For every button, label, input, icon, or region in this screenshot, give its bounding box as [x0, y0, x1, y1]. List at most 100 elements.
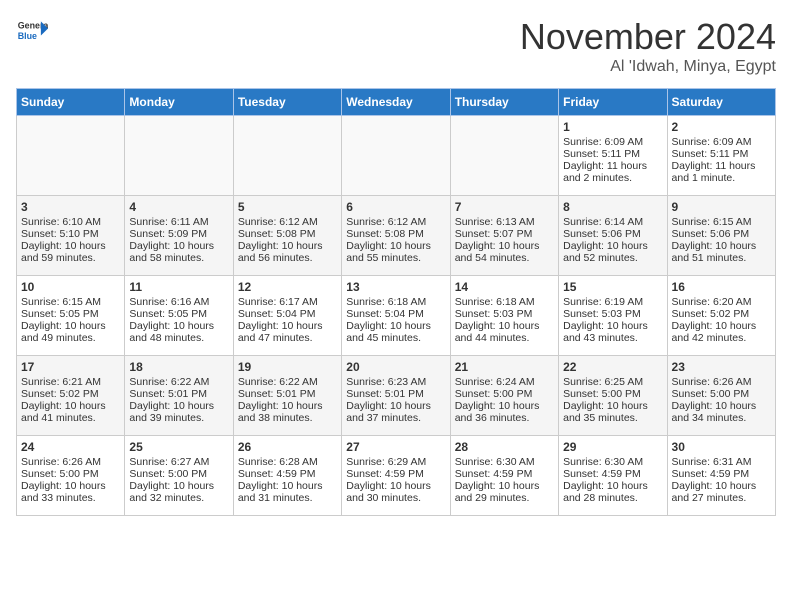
cell-info: Daylight: 10 hours and 41 minutes. — [21, 400, 120, 424]
cell-info: Daylight: 10 hours and 32 minutes. — [129, 480, 228, 504]
calendar-cell: 21 Sunrise: 6:24 AMSunset: 5:00 PMDayligh… — [450, 356, 558, 436]
day-number: 19 — [238, 360, 337, 374]
cell-info: Sunrise: 6:20 AM — [672, 296, 771, 308]
cell-info: Sunset: 5:11 PM — [563, 148, 662, 160]
day-number: 15 — [563, 280, 662, 294]
cell-info: Daylight: 10 hours and 31 minutes. — [238, 480, 337, 504]
cell-info: Sunset: 5:06 PM — [563, 228, 662, 240]
calendar-header-saturday: Saturday — [667, 89, 775, 116]
calendar-cell: 18Sunrise: 6:22 AMSunset: 5:01 PMDayligh… — [125, 356, 233, 436]
calendar-week-1: 1Sunrise: 6:09 AMSunset: 5:11 PMDaylight… — [17, 116, 776, 196]
calendar-cell: 22Sunrise: 6:25 AMSunset: 5:00 PMDayligh… — [559, 356, 667, 436]
calendar-cell: 19Sunrise: 6:22 AMSunset: 5:01 PMDayligh… — [233, 356, 341, 436]
cell-info: Daylight: 10 hours and 36 minutes. — [455, 400, 554, 424]
cell-info: Daylight: 10 hours and 56 minutes. — [238, 240, 337, 264]
day-number: 2 — [672, 120, 771, 134]
cell-info: Daylight: 10 hours and 34 minutes. — [672, 400, 771, 424]
cell-info: Daylight: 10 hours and 42 minutes. — [672, 320, 771, 344]
calendar-cell — [450, 116, 558, 196]
cell-info: Sunrise: 6:27 AM — [129, 456, 228, 468]
calendar-cell: 2Sunrise: 6:09 AMSunset: 5:11 PMDaylight… — [667, 116, 775, 196]
cell-info: Sunrise: 6:11 AM — [129, 216, 228, 228]
cell-info: Sunrise: 6:22 AM — [129, 376, 228, 388]
month-title: November 2024 — [520, 16, 776, 58]
calendar-cell: 29Sunrise: 6:30 AMSunset: 4:59 PMDayligh… — [559, 436, 667, 516]
cell-info: Sunrise: 6:30 AM — [563, 456, 662, 468]
cell-info: Daylight: 10 hours and 27 minutes. — [672, 480, 771, 504]
calendar-cell — [233, 116, 341, 196]
cell-info: Sunset: 5:10 PM — [21, 228, 120, 240]
cell-info: Sunrise: 6:15 AM — [21, 296, 120, 308]
day-number: 16 — [672, 280, 771, 294]
page-header: General Blue November 2024 Al 'Idwah, Mi… — [16, 16, 776, 76]
day-number: 29 — [563, 440, 662, 454]
cell-info: Sunset: 4:59 PM — [238, 468, 337, 480]
cell-info: Daylight: 11 hours and 2 minutes. — [563, 160, 662, 184]
calendar-cell: 14Sunrise: 6:18 AMSunset: 5:03 PMDayligh… — [450, 276, 558, 356]
day-number: 23 — [672, 360, 771, 374]
cell-info: Sunset: 5:09 PM — [129, 228, 228, 240]
calendar-cell: 11Sunrise: 6:16 AMSunset: 5:05 PMDayligh… — [125, 276, 233, 356]
cell-info: Daylight: 10 hours and 47 minutes. — [238, 320, 337, 344]
calendar-cell: 20Sunrise: 6:23 AMSunset: 5:01 PMDayligh… — [342, 356, 450, 436]
day-number: 11 — [129, 280, 228, 294]
cell-info: Sunrise: 6:29 AM — [346, 456, 445, 468]
cell-info: Sunset: 5:08 PM — [346, 228, 445, 240]
cell-info: Daylight: 11 hours and 1 minute. — [672, 160, 771, 184]
cell-info: Sunset: 5:00 PM — [455, 388, 554, 400]
cell-info: Daylight: 10 hours and 48 minutes. — [129, 320, 228, 344]
cell-info: Sunrise: 6:18 AM — [346, 296, 445, 308]
cell-info: Daylight: 10 hours and 30 minutes. — [346, 480, 445, 504]
cell-info: Sunrise: 6:12 AM — [238, 216, 337, 228]
day-number: 25 — [129, 440, 228, 454]
day-number: 27 — [346, 440, 445, 454]
day-number: 21 — [455, 360, 554, 374]
calendar-week-4: 17Sunrise: 6:21 AMSunset: 5:02 PMDayligh… — [17, 356, 776, 436]
cell-info: Sunrise: 6:16 AM — [129, 296, 228, 308]
calendar-header-wednesday: Wednesday — [342, 89, 450, 116]
calendar-header-tuesday: Tuesday — [233, 89, 341, 116]
calendar-body: 1Sunrise: 6:09 AMSunset: 5:11 PMDaylight… — [17, 116, 776, 516]
cell-info: Sunset: 5:01 PM — [129, 388, 228, 400]
cell-info: Sunrise: 6:30 AM — [455, 456, 554, 468]
calendar-cell: 13Sunrise: 6:18 AMSunset: 5:04 PMDayligh… — [342, 276, 450, 356]
calendar-cell: 6Sunrise: 6:12 AMSunset: 5:08 PMDaylight… — [342, 196, 450, 276]
cell-info: Sunrise: 6:23 AM — [346, 376, 445, 388]
day-number: 22 — [563, 360, 662, 374]
day-number: 5 — [238, 200, 337, 214]
cell-info: Sunrise: 6:18 AM — [455, 296, 554, 308]
cell-info: Sunset: 5:00 PM — [672, 388, 771, 400]
calendar-cell: 27Sunrise: 6:29 AMSunset: 4:59 PMDayligh… — [342, 436, 450, 516]
calendar-header-row: SundayMondayTuesdayWednesdayThursdayFrid… — [17, 89, 776, 116]
cell-info: Daylight: 10 hours and 37 minutes. — [346, 400, 445, 424]
calendar-week-3: 10Sunrise: 6:15 AMSunset: 5:05 PMDayligh… — [17, 276, 776, 356]
cell-info: Sunrise: 6:24 AM — [455, 376, 554, 388]
cell-info: Sunrise: 6:13 AM — [455, 216, 554, 228]
day-number: 14 — [455, 280, 554, 294]
cell-info: Sunset: 5:00 PM — [129, 468, 228, 480]
cell-info: Sunset: 5:02 PM — [672, 308, 771, 320]
cell-info: Daylight: 10 hours and 28 minutes. — [563, 480, 662, 504]
cell-info: Sunset: 5:05 PM — [21, 308, 120, 320]
cell-info: Daylight: 10 hours and 44 minutes. — [455, 320, 554, 344]
title-area: November 2024 Al 'Idwah, Minya, Egypt — [520, 16, 776, 76]
cell-info: Sunset: 5:00 PM — [21, 468, 120, 480]
cell-info: Sunset: 4:59 PM — [672, 468, 771, 480]
calendar-header-monday: Monday — [125, 89, 233, 116]
day-number: 13 — [346, 280, 445, 294]
calendar-cell: 28Sunrise: 6:30 AMSunset: 4:59 PMDayligh… — [450, 436, 558, 516]
cell-info: Sunset: 5:04 PM — [238, 308, 337, 320]
calendar-cell: 24Sunrise: 6:26 AMSunset: 5:00 PMDayligh… — [17, 436, 125, 516]
cell-info: Sunset: 5:06 PM — [672, 228, 771, 240]
cell-info: Sunset: 5:03 PM — [563, 308, 662, 320]
calendar-cell: 4Sunrise: 6:11 AMSunset: 5:09 PMDaylight… — [125, 196, 233, 276]
calendar-cell: 1Sunrise: 6:09 AMSunset: 5:11 PMDaylight… — [559, 116, 667, 196]
cell-info: Sunset: 5:08 PM — [238, 228, 337, 240]
cell-info: Daylight: 10 hours and 49 minutes. — [21, 320, 120, 344]
calendar-header-sunday: Sunday — [17, 89, 125, 116]
cell-info: Sunset: 5:02 PM — [21, 388, 120, 400]
calendar-cell: 7Sunrise: 6:13 AMSunset: 5:07 PMDaylight… — [450, 196, 558, 276]
calendar-cell: 15Sunrise: 6:19 AMSunset: 5:03 PMDayligh… — [559, 276, 667, 356]
cell-info: Sunrise: 6:28 AM — [238, 456, 337, 468]
cell-info: Sunrise: 6:15 AM — [672, 216, 771, 228]
